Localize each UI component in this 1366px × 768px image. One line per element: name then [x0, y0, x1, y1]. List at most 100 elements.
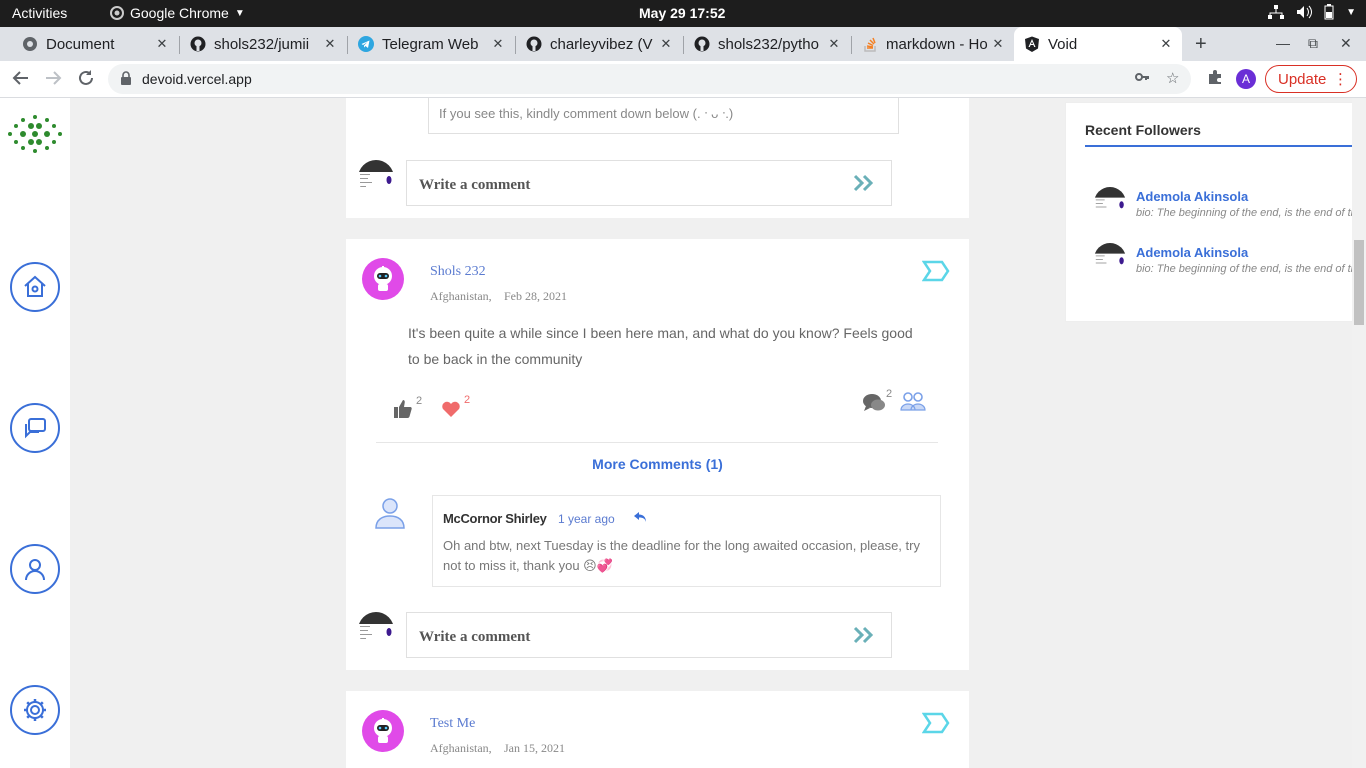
- tab-title: markdown - Ho: [886, 35, 988, 53]
- network-icon: [1268, 5, 1285, 19]
- avatar: [1094, 243, 1126, 275]
- tab-markdown[interactable]: markdown - Ho ✕: [852, 27, 1014, 61]
- like-count: 2: [416, 395, 423, 407]
- post-country: Afghanistan,: [430, 289, 492, 303]
- extensions-icon[interactable]: [1207, 69, 1223, 90]
- nav-settings-button[interactable]: [10, 685, 60, 735]
- chat-icon: [25, 418, 46, 439]
- angular-icon: [1024, 36, 1040, 52]
- back-button[interactable]: [12, 69, 30, 92]
- key-icon[interactable]: [1134, 69, 1150, 89]
- chat-bubbles-icon: [863, 394, 885, 411]
- heart-icon: [442, 401, 460, 417]
- close-icon[interactable]: ✕: [658, 36, 674, 52]
- telegram-icon: [358, 36, 374, 52]
- update-button[interactable]: Update ⋮: [1265, 65, 1357, 93]
- window-close-button[interactable]: ✕: [1340, 35, 1352, 52]
- address-bar[interactable]: devoid.vercel.app ☆: [108, 64, 1191, 94]
- tab-title: shols232/jumii: [214, 35, 310, 53]
- system-tray[interactable]: ▼: [1268, 4, 1356, 20]
- nav-home-button[interactable]: [10, 262, 60, 312]
- arrow-left-icon: [12, 71, 28, 85]
- gear-icon: [24, 699, 46, 721]
- post-body-line: It's been quite a while since I been her…: [408, 325, 913, 341]
- follower-item[interactable]: Ademola Akinsola bio: The beginning of t…: [1094, 187, 1354, 229]
- close-icon[interactable]: ✕: [154, 36, 170, 52]
- close-icon[interactable]: ✕: [322, 36, 338, 52]
- star-icon[interactable]: ☆: [1166, 69, 1179, 87]
- tab-telegram[interactable]: Telegram Web ✕: [348, 27, 514, 61]
- close-icon[interactable]: ✕: [990, 36, 1006, 52]
- scrollbar[interactable]: [1352, 98, 1366, 768]
- tab-title: Document: [46, 35, 115, 53]
- chrome-icon: [110, 6, 124, 20]
- avatar: [1094, 187, 1126, 219]
- comments-button[interactable]: [862, 392, 888, 419]
- post-body-line: to be back in the community: [408, 351, 583, 367]
- follower-name[interactable]: Ademola Akinsola: [1136, 245, 1248, 260]
- chevron-down-icon: ▼: [234, 7, 245, 19]
- tag-icon[interactable]: [921, 712, 950, 739]
- battery-icon: [1324, 4, 1334, 20]
- comment-placeholder: Write a comment: [419, 629, 531, 645]
- tab-void[interactable]: Void ✕: [1014, 27, 1182, 61]
- tab-python[interactable]: shols232/pytho ✕: [684, 27, 850, 61]
- reply-text: Oh and btw, next Tuesday is the deadline…: [443, 536, 920, 576]
- globe-icon: [22, 36, 38, 52]
- close-icon[interactable]: ✕: [826, 36, 842, 52]
- nav-profile-button[interactable]: [10, 544, 60, 594]
- post-country: Afghanistan,: [430, 741, 492, 755]
- home-icon: [24, 275, 46, 297]
- love-button[interactable]: [441, 400, 461, 423]
- nav-messages-button[interactable]: [10, 403, 60, 453]
- close-icon[interactable]: ✕: [490, 36, 506, 52]
- close-icon[interactable]: ✕: [1158, 36, 1174, 52]
- comment-input[interactable]: Write a comment: [406, 612, 892, 658]
- forward-button[interactable]: [44, 69, 62, 92]
- reply-text-line: Oh and btw, next Tuesday is the deadline…: [443, 538, 920, 553]
- comment-count: 2: [886, 388, 893, 400]
- reply-author[interactable]: McCornor Shirley: [443, 511, 547, 526]
- avatar: [374, 496, 406, 535]
- send-icon[interactable]: [853, 626, 875, 649]
- tab-jumii[interactable]: shols232/jumii ✕: [180, 27, 346, 61]
- post-author[interactable]: Shols 232: [430, 264, 486, 280]
- lock-icon[interactable]: [120, 70, 132, 91]
- stackoverflow-icon: [862, 36, 878, 52]
- reply-time: 1 year ago: [558, 512, 615, 526]
- new-tab-button[interactable]: +: [1195, 33, 1207, 56]
- minimize-button[interactable]: —: [1276, 35, 1290, 51]
- scrollbar-thumb[interactable]: [1354, 240, 1364, 325]
- post-body: It's been quite a while since I been her…: [408, 320, 913, 372]
- send-icon[interactable]: [853, 174, 875, 197]
- github-icon: [190, 36, 206, 52]
- followers-button[interactable]: [900, 390, 926, 417]
- comment-input[interactable]: Write a comment: [406, 160, 892, 206]
- url-text[interactable]: devoid.vercel.app: [142, 71, 252, 87]
- post-author[interactable]: Test Me: [430, 716, 475, 732]
- reply-icon[interactable]: [633, 510, 647, 529]
- profile-avatar[interactable]: A: [1236, 69, 1256, 89]
- clock[interactable]: May 29 17:52: [639, 5, 725, 21]
- tab-document[interactable]: Document ✕: [12, 27, 178, 61]
- reload-button[interactable]: [77, 69, 95, 92]
- tag-icon[interactable]: [921, 260, 950, 287]
- github-icon: [526, 36, 542, 52]
- robot-avatar[interactable]: [362, 710, 404, 752]
- chevron-down-icon: ▼: [1346, 6, 1356, 18]
- void-logo[interactable]: [4, 114, 66, 154]
- reply-text-line: not to miss it, thank you 😣💞: [443, 558, 613, 573]
- maximize-button[interactable]: ⧉: [1308, 35, 1318, 52]
- follower-item[interactable]: Ademola Akinsola bio: The beginning of t…: [1094, 243, 1354, 285]
- app-menu[interactable]: Google Chrome ▼: [110, 5, 245, 21]
- like-button[interactable]: [393, 399, 413, 424]
- users-icon: [900, 392, 926, 411]
- reply-text: If you see this, kindly comment down bel…: [439, 106, 734, 121]
- tab-charleyvibez[interactable]: charleyvibez (V ✕: [516, 27, 682, 61]
- reload-icon: [79, 70, 93, 85]
- activities-button[interactable]: Activities: [12, 5, 67, 21]
- robot-avatar[interactable]: [362, 258, 404, 300]
- arrow-right-icon: [46, 71, 62, 85]
- follower-name[interactable]: Ademola Akinsola: [1136, 189, 1248, 204]
- more-comments-link[interactable]: More Comments (1): [346, 456, 969, 472]
